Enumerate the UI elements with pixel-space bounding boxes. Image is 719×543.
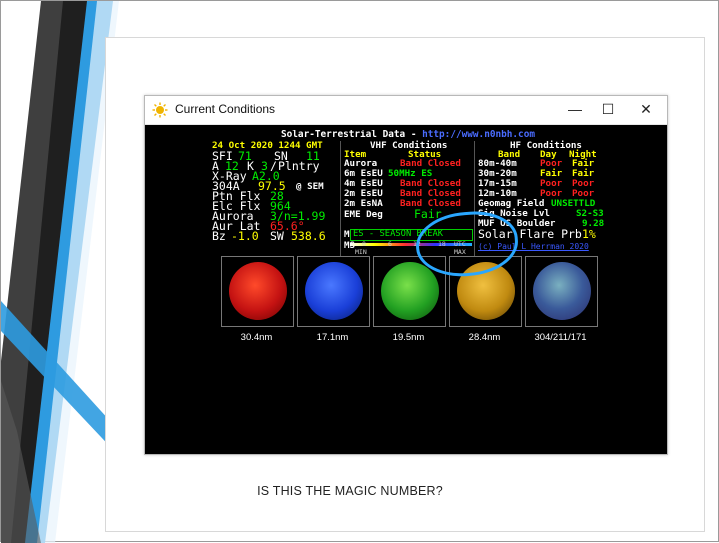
sun-disk bbox=[305, 262, 363, 320]
solar-wind-label: SW bbox=[270, 229, 284, 243]
sun-app-icon bbox=[152, 102, 168, 118]
sun-image-label: 30.4nm bbox=[240, 332, 273, 343]
sun-image-304[interactable] bbox=[221, 256, 294, 327]
panel-header-title: Solar-Terrestrial Data - bbox=[281, 130, 423, 140]
sun-image-171[interactable] bbox=[297, 256, 370, 327]
window-titlebar[interactable]: Current Conditions — ☐ ✕ bbox=[145, 96, 667, 125]
k-planetary: Plntry bbox=[278, 159, 320, 173]
solar-wind-value: 538.6 bbox=[291, 229, 326, 243]
sun-image-label: 17.1nm bbox=[316, 332, 349, 343]
bz-value: -1.0 bbox=[231, 229, 259, 243]
maximize-icon[interactable]: ☐ bbox=[591, 98, 625, 120]
panel-header-url[interactable]: http://www.n0nbh.com bbox=[422, 130, 535, 140]
slide-caption: IS THIS THE MAGIC NUMBER? bbox=[257, 484, 443, 498]
a304-suffix: @ SEM bbox=[296, 181, 324, 192]
sun-disk bbox=[381, 262, 439, 320]
bz-label: Bz bbox=[212, 229, 226, 243]
sun-image-label: 304/211/171 bbox=[534, 332, 587, 343]
sun-image-composite[interactable] bbox=[525, 256, 598, 327]
ms-tick-label: 6 bbox=[388, 240, 392, 248]
eme-label: EME Deg bbox=[344, 209, 383, 220]
window-title: Current Conditions bbox=[175, 102, 276, 116]
flare-value: 1% bbox=[582, 227, 596, 241]
solar-terrestrial-panel: Solar-Terrestrial Data - http://www.n0nb… bbox=[210, 130, 606, 258]
close-icon[interactable]: ✕ bbox=[629, 98, 663, 120]
sun-image-label: 28.4nm bbox=[468, 332, 501, 343]
vhf-item: 2m EsNA bbox=[344, 198, 383, 209]
sun-disk bbox=[533, 262, 591, 320]
sun-image-row: 30.4nm 17.1nm 19.5nm 28.4nm 304/211/171 bbox=[221, 256, 601, 356]
divider bbox=[340, 141, 341, 258]
sun-image-label: 19.5nm bbox=[392, 332, 425, 343]
minimize-icon[interactable]: — bbox=[558, 98, 592, 120]
sun-disk bbox=[229, 262, 287, 320]
current-conditions-window[interactable]: Current Conditions — ☐ ✕ Solar-Terrestri… bbox=[144, 95, 668, 455]
